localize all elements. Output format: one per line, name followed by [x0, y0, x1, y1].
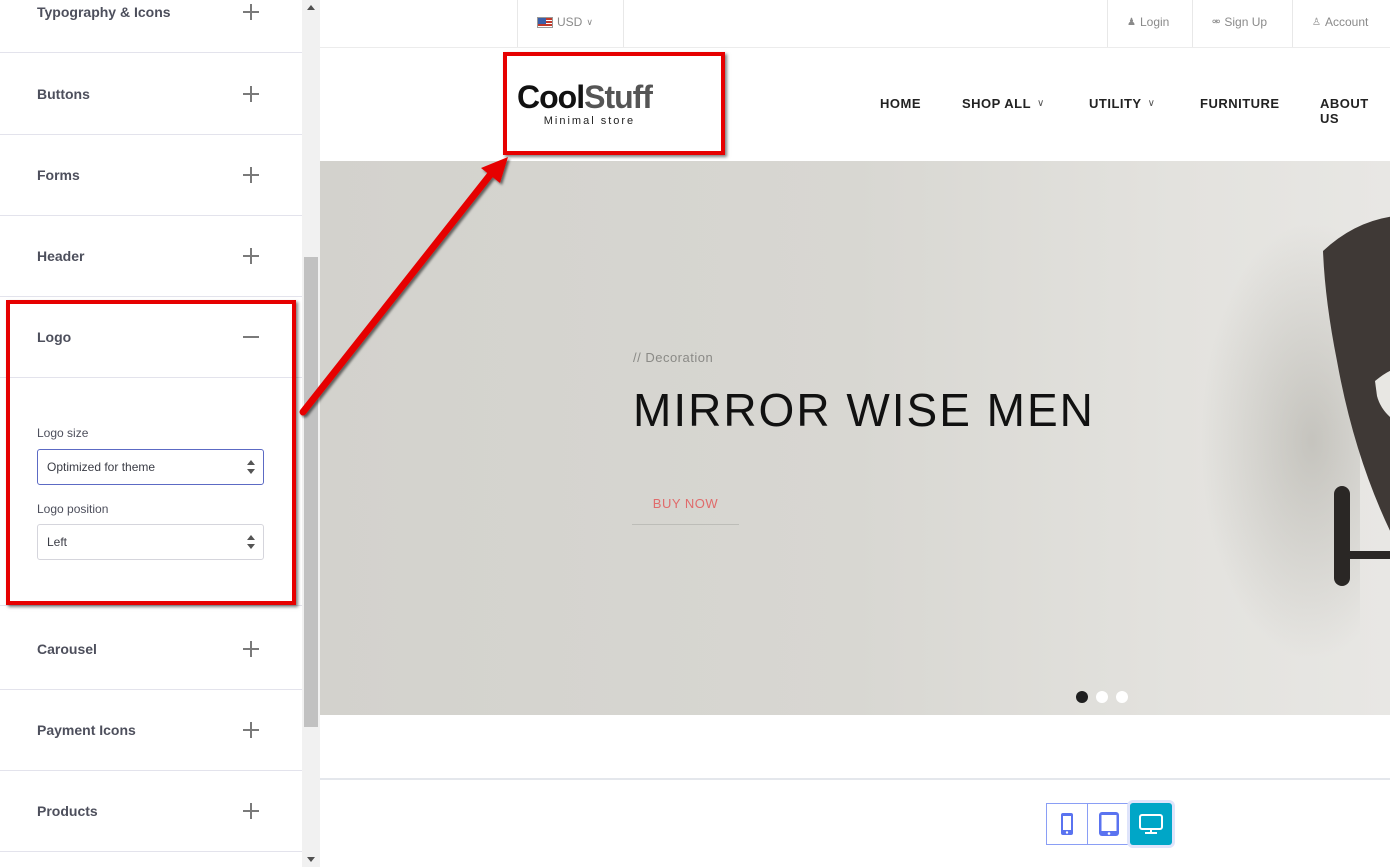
divider — [623, 0, 624, 47]
us-flag-icon — [537, 16, 553, 28]
section-label: Forms — [37, 167, 80, 183]
logo-size-select[interactable]: Optimized for theme — [37, 449, 264, 485]
section-payment-icons[interactable]: Payment Icons — [0, 690, 302, 771]
nav-label: UTILITY — [1089, 96, 1142, 111]
divider — [1107, 0, 1108, 47]
scroll-down-arrow-icon[interactable] — [307, 857, 315, 862]
hero-title: MIRROR WISE MEN — [633, 384, 1095, 436]
logo-size-value: Optimized for theme — [47, 460, 156, 474]
section-label: Products — [37, 803, 98, 819]
theme-editor: Typography & Icons Buttons Forms Header … — [0, 0, 1390, 867]
section-typography-icons[interactable]: Typography & Icons — [0, 0, 302, 53]
logo-position-label: Logo position — [37, 502, 109, 516]
nav-label: HOME — [880, 96, 921, 111]
mobile-view-button[interactable] — [1046, 803, 1088, 845]
plus-icon[interactable] — [242, 721, 260, 739]
nav-shop-all[interactable]: SHOP ALL ∨ — [962, 96, 1045, 111]
scroll-thumb[interactable] — [304, 257, 318, 727]
section-products[interactable]: Products — [0, 771, 302, 852]
divider — [517, 0, 518, 47]
sidebar-scrollbar[interactable] — [302, 0, 320, 867]
section-header[interactable]: Header — [0, 216, 302, 297]
account-icon: ♙ — [1312, 16, 1321, 28]
login-link[interactable]: ♟ Login — [1127, 15, 1169, 29]
section-label: Carousel — [37, 641, 97, 657]
account-label: Account — [1324, 15, 1369, 29]
store-topbar: USD ∨ ♟ Login ⚮ Sign Up ♙ Account — [320, 0, 1390, 48]
nav-furniture[interactable]: FURNITURE — [1200, 96, 1280, 111]
signup-link[interactable]: ⚮ Sign Up — [1212, 15, 1267, 29]
plus-icon[interactable] — [242, 247, 260, 265]
section-label: Logo — [37, 329, 72, 345]
login-label: Login — [1139, 15, 1170, 29]
logo-brand-part1: Cool — [517, 79, 585, 115]
preview-divider — [320, 778, 1390, 780]
plus-icon[interactable] — [242, 166, 260, 184]
chevron-down-icon: ∨ — [1037, 98, 1045, 109]
nav-utility[interactable]: UTILITY ∨ — [1089, 96, 1155, 111]
logo-tagline: Minimal store — [543, 115, 636, 127]
key-icon: ⚮ — [1212, 16, 1221, 28]
store-header: CoolStuff Minimal store HOME SHOP ALL ∨ U… — [320, 48, 1390, 161]
mobile-icon — [1061, 813, 1073, 835]
section-label: Typography & Icons — [37, 4, 171, 20]
section-label: Payment Icons — [37, 722, 136, 738]
desktop-view-button[interactable] — [1130, 803, 1172, 845]
plus-icon[interactable] — [242, 3, 260, 21]
user-icon: ♟ — [1127, 16, 1136, 28]
nav-about-us[interactable]: ABOUT US — [1320, 96, 1390, 126]
currency-selector[interactable]: USD ∨ — [537, 15, 593, 29]
logo-position-value: Left — [47, 535, 68, 549]
plus-icon[interactable] — [242, 802, 260, 820]
section-logo[interactable]: Logo — [0, 297, 302, 378]
settings-sidebar: Typography & Icons Buttons Forms Header … — [0, 0, 320, 867]
section-carousel[interactable]: Carousel — [0, 609, 302, 690]
select-arrows-icon — [247, 535, 255, 549]
account-link[interactable]: ♙ Account — [1312, 15, 1368, 29]
nav-label: ABOUT US — [1320, 96, 1369, 126]
logo-brand-part2: Stuff — [584, 79, 653, 115]
nav-label: SHOP ALL — [962, 96, 1032, 111]
section-buttons[interactable]: Buttons — [0, 54, 302, 135]
logo-brand: CoolStuff — [517, 79, 653, 115]
select-arrows-icon — [247, 460, 255, 474]
store-logo[interactable]: CoolStuff Minimal store — [517, 79, 653, 127]
device-toggle — [1046, 803, 1172, 845]
nav-label: FURNITURE — [1200, 96, 1280, 111]
minus-icon[interactable] — [242, 328, 260, 346]
logo-position-select[interactable]: Left — [37, 524, 264, 560]
scroll-up-arrow-icon[interactable] — [307, 5, 315, 10]
nav-home[interactable]: HOME — [880, 96, 921, 111]
section-label: Buttons — [37, 86, 90, 102]
divider — [1292, 0, 1293, 47]
section-forms[interactable]: Forms — [0, 135, 302, 216]
divider — [1192, 0, 1193, 47]
hero-subtitle: // Decoration — [633, 350, 714, 365]
signup-label: Sign Up — [1224, 15, 1268, 29]
buy-now-button[interactable]: BUY NOW — [632, 489, 739, 525]
currency-label: USD — [557, 15, 583, 29]
logo-size-label: Logo size — [37, 426, 89, 440]
plus-icon[interactable] — [242, 85, 260, 103]
carousel-dot-2[interactable] — [1096, 691, 1108, 703]
chevron-down-icon: ∨ — [586, 16, 593, 27]
desktop-icon — [1138, 814, 1163, 834]
store-preview: USD ∨ ♟ Login ⚮ Sign Up ♙ Account CoolSt… — [320, 0, 1390, 867]
section-label: Header — [37, 248, 85, 264]
tablet-view-button[interactable] — [1088, 803, 1130, 845]
hero-carousel: // Decoration MIRROR WISE MEN BUY NOW — [320, 161, 1390, 715]
carousel-dot-1[interactable] — [1076, 691, 1088, 703]
carousel-dot-3[interactable] — [1116, 691, 1128, 703]
tablet-icon — [1098, 812, 1119, 836]
wall-lamp-image — [1323, 216, 1390, 586]
logo-settings-panel: Logo size Optimized for theme Logo posit… — [0, 378, 302, 606]
plus-icon[interactable] — [242, 640, 260, 658]
chevron-down-icon: ∨ — [1147, 98, 1156, 109]
